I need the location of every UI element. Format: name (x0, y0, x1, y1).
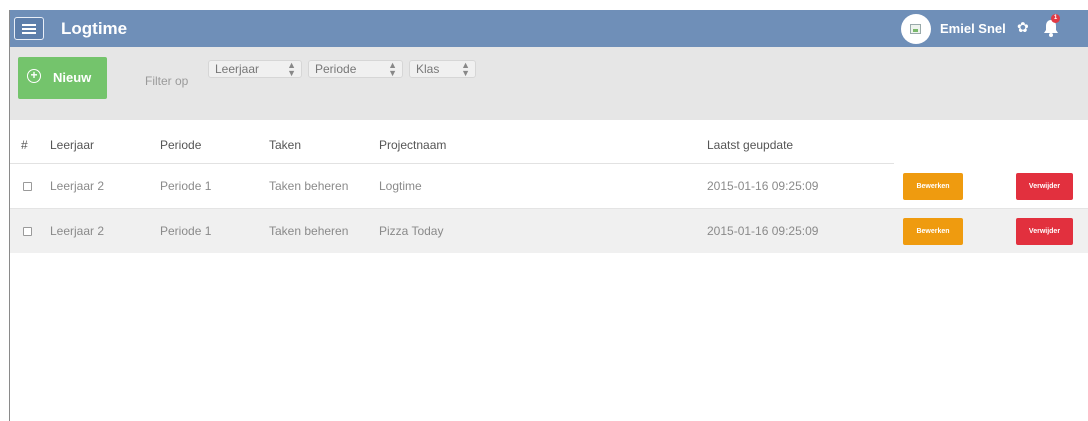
cell-periode: Periode 1 (160, 179, 212, 193)
cell-leerjaar: Leerjaar 2 (50, 179, 105, 193)
leerjaar-select[interactable]: Leerjaar ▲ ▼ (208, 60, 302, 78)
plus-circle-icon: + (27, 69, 41, 83)
periode-select[interactable]: Periode ▲ ▼ (308, 60, 403, 78)
notification-badge: 1 (1051, 14, 1060, 23)
avatar[interactable] (901, 14, 931, 44)
row-checkbox[interactable] (23, 227, 32, 236)
column-header-periode[interactable]: Periode (160, 138, 201, 152)
periode-select-value: Periode (315, 62, 357, 76)
new-button[interactable]: + Nieuw (18, 57, 107, 99)
delete-button[interactable]: Verwijder (1016, 218, 1073, 245)
app-title: Logtime (61, 19, 128, 38)
new-button-label: Nieuw (53, 70, 92, 85)
cell-leerjaar: Leerjaar 2 (50, 224, 105, 238)
cell-updated: 2015-01-16 09:25:09 (707, 224, 819, 238)
edit-button[interactable]: Bewerken (903, 173, 963, 200)
select-arrows-icon: ▲ ▼ (287, 60, 296, 78)
avatar-broken-image-icon (910, 24, 921, 34)
cell-taken-link[interactable]: Taken beheren (269, 224, 348, 238)
filter-label: Filter op (145, 74, 189, 88)
cell-projectnaam: Logtime (379, 179, 422, 193)
cell-updated: 2015-01-16 09:25:09 (707, 179, 819, 193)
table-header: # Leerjaar Periode Taken Projectnaam Laa… (10, 133, 1088, 163)
cell-projectnaam: Pizza Today (379, 224, 444, 238)
column-header-taken[interactable]: Taken (269, 138, 301, 152)
column-header-updated[interactable]: Laatst geupdate (707, 138, 793, 152)
menu-icon[interactable] (14, 17, 44, 40)
column-header-number: # (21, 138, 28, 152)
user-name[interactable]: Emiel Snel (940, 21, 1006, 36)
filter-bar: + Nieuw Filter op Leerjaar ▲ ▼ Periode ▲ ▼… (10, 47, 1088, 120)
top-bar: Logtime Emiel Snel ✿ 1 (10, 10, 1088, 47)
row-checkbox[interactable] (23, 182, 32, 191)
edit-button[interactable]: Bewerken (903, 218, 963, 245)
table-row: Leerjaar 2 Periode 1 Taken beheren Logti… (10, 164, 1088, 208)
table-row: Leerjaar 2 Periode 1 Taken beheren Pizza… (10, 209, 1088, 253)
leerjaar-select-value: Leerjaar (215, 62, 260, 76)
app-window: Logtime Emiel Snel ✿ 1 + Nieuw Filter op… (9, 10, 1088, 421)
column-header-projectnaam[interactable]: Projectnaam (379, 138, 446, 152)
select-arrows-icon: ▲ ▼ (461, 60, 470, 78)
cell-periode: Periode 1 (160, 224, 212, 238)
gear-icon[interactable]: ✿ (1017, 19, 1029, 36)
klas-select[interactable]: Klas ▲ ▼ (409, 60, 476, 78)
select-arrows-icon: ▲ ▼ (388, 60, 397, 78)
klas-select-value: Klas (416, 62, 440, 76)
column-header-leerjaar[interactable]: Leerjaar (50, 138, 94, 152)
cell-taken-link[interactable]: Taken beheren (269, 179, 348, 193)
delete-button[interactable]: Verwijder (1016, 173, 1073, 200)
